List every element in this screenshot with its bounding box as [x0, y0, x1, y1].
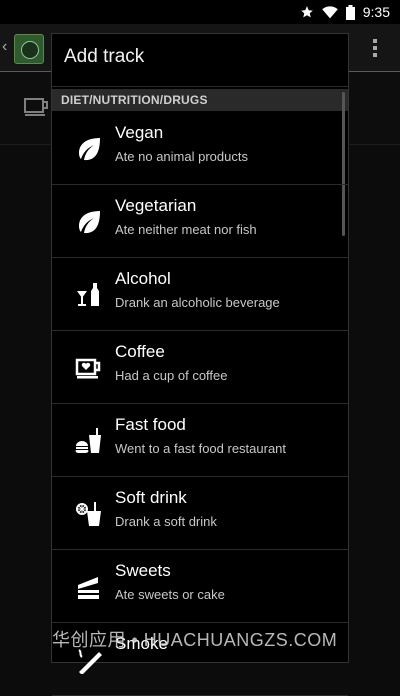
- item-title: Vegan: [115, 123, 164, 142]
- watermark: 华创应用 • HUACHUANGZS.COM: [52, 630, 338, 650]
- list-item-fast-food[interactable]: Fast food Went to a fast food restaurant: [52, 404, 348, 477]
- fast-food-icon: [75, 428, 101, 454]
- dialog-title: Add track: [64, 46, 145, 67]
- list-item-sweets[interactable]: Sweets Ate sweets or cake: [52, 550, 348, 623]
- item-subtitle: Had a cup of coffee: [115, 368, 228, 383]
- battery-icon: [345, 4, 355, 20]
- app-icon[interactable]: [14, 34, 44, 64]
- list-item-vegetarian[interactable]: Vegetarian Ate neither meat nor fish: [52, 185, 348, 258]
- item-title: Coffee: [115, 342, 165, 361]
- item-subtitle: Ate neither meat nor fish: [115, 222, 257, 237]
- add-track-dialog: Add track DIET/NUTRITION/DRUGS Vegan Ate…: [51, 33, 349, 696]
- coffee-icon: [75, 358, 101, 379]
- section-header-label: DIET/NUTRITION/DRUGS: [61, 93, 208, 107]
- item-subtitle: Ate sweets or cake: [115, 587, 225, 602]
- soft-drink-icon: [76, 502, 101, 526]
- leaf-icon: [79, 211, 100, 234]
- status-bar: 9:35: [0, 0, 400, 24]
- item-subtitle: Ate no animal products: [115, 149, 248, 164]
- status-time: 9:35: [362, 4, 390, 20]
- list-item-alcohol[interactable]: Alcohol Drank an alcoholic beverage: [52, 258, 348, 331]
- up-caret-icon[interactable]: ‹: [2, 38, 7, 56]
- star-icon: [300, 6, 313, 18]
- item-subtitle: Went to a fast food restaurant: [115, 441, 287, 456]
- overflow-menu-icon[interactable]: [373, 39, 377, 57]
- item-subtitle: Drank a soft drink: [115, 514, 217, 529]
- list-item-vegan[interactable]: Vegan Ate no animal products: [52, 112, 348, 185]
- leaf-icon: [79, 138, 100, 161]
- wifi-icon: [321, 5, 338, 18]
- item-title: Soft drink: [115, 488, 187, 507]
- item-subtitle: Drank an alcoholic beverage: [115, 295, 280, 310]
- section-header: DIET/NUTRITION/DRUGS: [52, 89, 348, 111]
- list-item-coffee[interactable]: Coffee Had a cup of coffee: [52, 331, 348, 404]
- item-title: Sweets: [115, 561, 171, 580]
- item-title: Vegetarian: [115, 196, 197, 215]
- alcohol-icon: [77, 283, 99, 306]
- coffee-icon: [24, 98, 48, 116]
- title-divider: [52, 86, 348, 87]
- item-title: Alcohol: [115, 269, 171, 288]
- list-item-soft-drink[interactable]: Soft drink Drank a soft drink: [52, 477, 348, 550]
- cake-icon: [78, 577, 99, 599]
- item-title: Fast food: [115, 415, 186, 434]
